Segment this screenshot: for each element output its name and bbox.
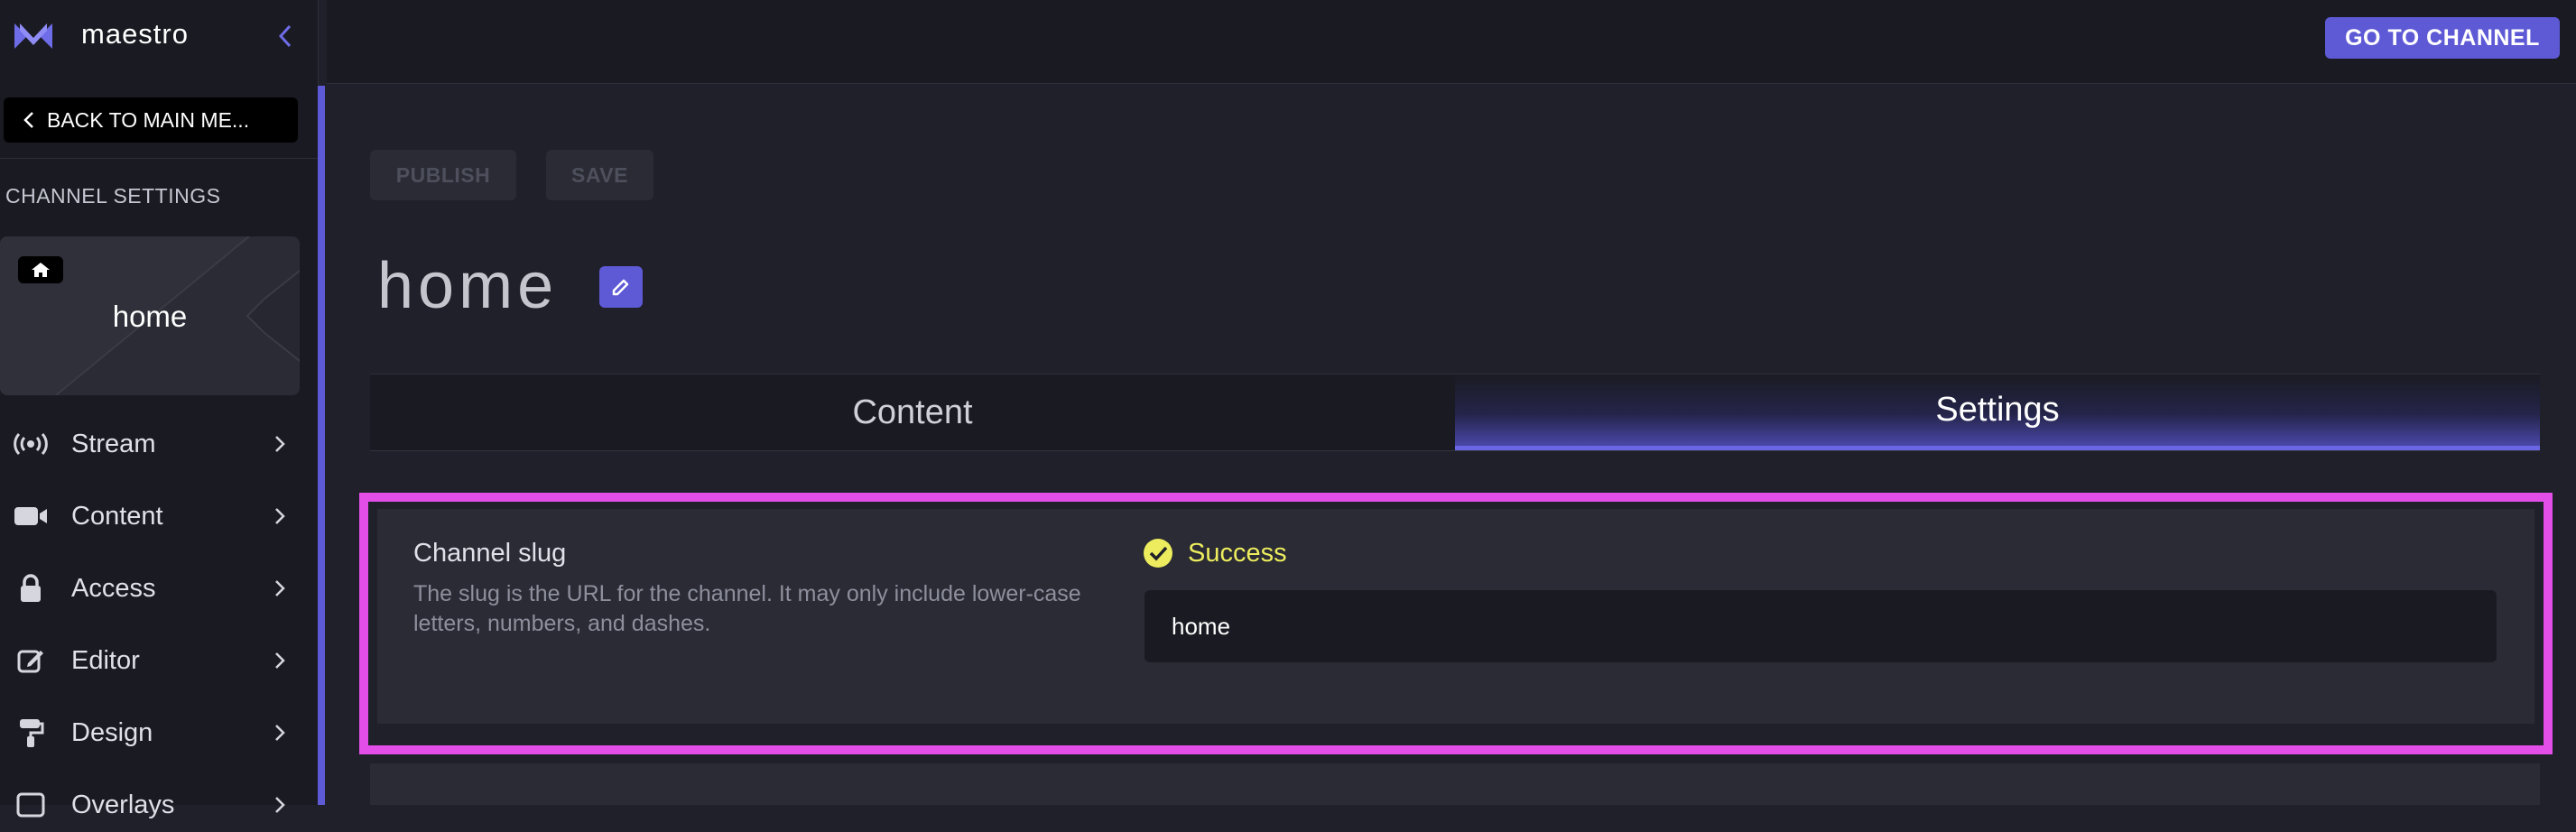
page-card-label: home <box>112 300 188 333</box>
pencil-icon <box>612 279 629 296</box>
sidebar-item-access[interactable]: Access <box>0 561 307 615</box>
back-button-label: BACK TO MAIN ME... <box>47 107 250 132</box>
sidebar-item-label: Design <box>71 717 153 747</box>
chevron-right-icon <box>271 647 289 674</box>
sidebar-item-label: Editor <box>71 645 140 675</box>
overlay-icon <box>13 789 49 821</box>
paint-roller-icon <box>13 716 49 749</box>
top-bar <box>327 0 2576 84</box>
home-badge <box>18 256 63 283</box>
page-title: home <box>377 250 559 322</box>
chevron-right-icon <box>271 719 289 746</box>
sidebar: maestro BACK TO MAIN ME... CHANNEL SETTI… <box>0 0 319 819</box>
edit-title-button[interactable] <box>599 266 643 308</box>
maestro-logo <box>14 23 52 49</box>
edit-icon <box>13 644 49 677</box>
sidebar-scroll-accent <box>318 86 325 805</box>
collapse-sidebar-button[interactable] <box>271 20 300 52</box>
save-button[interactable]: SAVE <box>546 150 653 200</box>
tab-settings[interactable]: Settings <box>1455 374 2540 450</box>
back-to-main-menu-button[interactable]: BACK TO MAIN ME... <box>4 97 298 143</box>
publish-button[interactable]: PUBLISH <box>370 150 516 200</box>
sidebar-item-label: Overlays <box>71 790 175 819</box>
brand: maestro <box>0 0 318 74</box>
sidebar-item-label: Content <box>71 501 163 531</box>
page-tabs: Content Settings <box>370 374 2540 451</box>
sidebar-item-label: Access <box>71 573 156 603</box>
lock-icon <box>13 572 49 605</box>
sidebar-item-editor[interactable]: Editor <box>0 633 307 688</box>
tab-content[interactable]: Content <box>370 374 1455 450</box>
home-icon <box>32 263 50 277</box>
brand-name: maestro <box>81 18 189 50</box>
highlight-outline <box>359 493 2553 754</box>
sidebar-item-stream[interactable]: Stream <box>0 417 307 471</box>
page-card-home[interactable]: home <box>0 236 300 395</box>
go-to-channel-button[interactable]: GO TO CHANNEL <box>2325 17 2560 59</box>
sidebar-item-label: Stream <box>71 429 156 458</box>
chevron-left-icon <box>279 24 292 48</box>
chevron-right-icon <box>271 503 289 530</box>
video-camera-icon <box>13 500 49 532</box>
chevron-right-icon <box>271 430 289 458</box>
sidebar-item-design[interactable]: Design <box>0 706 307 760</box>
sidebar-item-content[interactable]: Content <box>0 489 307 543</box>
chevron-right-icon <box>271 791 289 818</box>
section-title: CHANNEL SETTINGS <box>5 184 221 208</box>
chevron-left-icon <box>23 112 33 128</box>
broadcast-icon <box>13 428 49 460</box>
sidebar-divider <box>0 158 318 159</box>
next-settings-panel <box>370 763 2540 805</box>
chevron-right-icon <box>271 575 289 602</box>
sidebar-item-overlays[interactable]: Overlays <box>0 778 307 832</box>
